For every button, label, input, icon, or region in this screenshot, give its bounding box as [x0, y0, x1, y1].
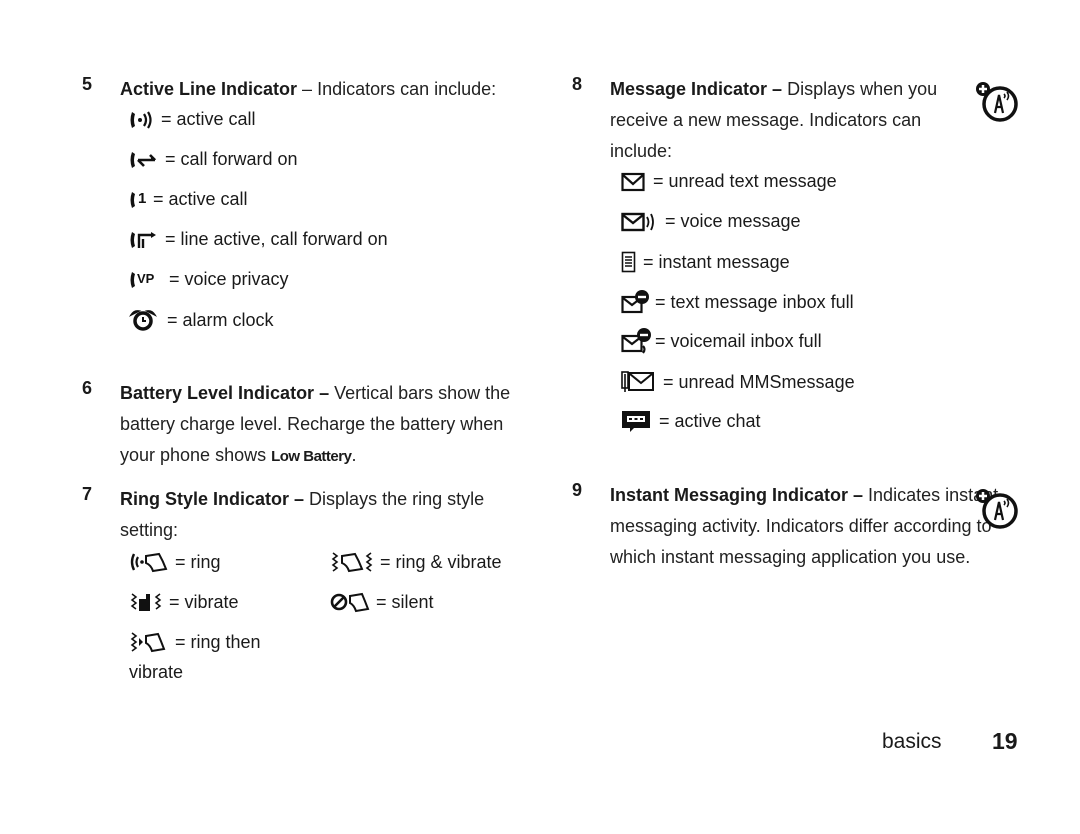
message-indicator-label: = unread MMSmessage	[663, 371, 855, 392]
ring-style-item: = silent	[330, 591, 434, 613]
section-number: 5	[82, 74, 93, 94]
network-dependent-feature-icon	[974, 487, 1020, 536]
call-forward-icon	[129, 150, 159, 170]
ring-style-label-continued: vibrate	[129, 662, 183, 683]
svg-text:VP: VP	[137, 271, 155, 286]
footer-section-label: basics	[882, 730, 942, 753]
page-number: 19	[992, 728, 1018, 754]
ring-style-label: = ring	[175, 551, 221, 572]
indicator-item: VP = voice privacy	[129, 269, 289, 290]
indicator-item: = line active, call forward on	[129, 229, 388, 250]
section-ring-style-indicator: 7 Ring Style Indicator – Displays the ri…	[82, 484, 502, 546]
network-dependent-feature-icon	[974, 80, 1020, 129]
ring-style-item: = ring then	[129, 631, 261, 653]
indicator-item: = alarm clock	[129, 309, 274, 331]
ring-style-label: = silent	[376, 591, 434, 612]
voicemail-inbox-full-icon	[621, 327, 653, 355]
ring-style-item: = ring & vibrate	[330, 551, 502, 573]
message-indicator-item: = voice message	[621, 211, 801, 232]
voice-privacy-icon: VP	[129, 270, 163, 290]
instant-message-icon	[621, 251, 637, 273]
unread-text-message-icon	[621, 172, 645, 192]
indicator-label: = active call	[161, 109, 256, 129]
alarm-clock-icon	[129, 309, 157, 331]
section-message-indicator: 8 Message Indicator – Displays when you …	[572, 74, 952, 167]
section-number: 6	[82, 378, 93, 398]
message-indicator-item: = voicemail inbox full	[621, 327, 822, 355]
message-indicator-label: = unread text message	[653, 171, 837, 191]
indicator-label: = voice privacy	[169, 269, 289, 289]
indicator-label: = active call	[153, 189, 248, 209]
ring-icon	[129, 551, 169, 573]
indicator-label: = call forward on	[165, 149, 298, 169]
message-indicator-label: = voice message	[665, 211, 801, 231]
section-active-line-indicator: 5 Active Line Indicator – Indicators can…	[82, 74, 532, 105]
section-number: 7	[82, 484, 93, 504]
ring-and-vibrate-icon	[330, 551, 374, 573]
message-indicator-item: = unread MMSmessage	[621, 370, 855, 394]
line-active-call-forward-icon	[129, 230, 159, 250]
active-chat-icon	[621, 410, 651, 432]
voice-message-icon	[621, 212, 657, 232]
message-indicator-item: = active chat	[621, 410, 761, 432]
section-instant-messaging-indicator: 9 Instant Messaging Indicator – Indicate…	[572, 480, 1022, 573]
section-number: 9	[572, 480, 583, 500]
text-inbox-full-icon	[621, 289, 651, 315]
section-title: Instant Messaging Indicator –	[610, 485, 864, 505]
section-dash: –	[297, 79, 318, 99]
active-call-line1-icon: 1	[129, 190, 151, 210]
unread-mms-icon	[621, 370, 655, 394]
section-title: Ring Style Indicator –	[120, 489, 305, 509]
ring-then-vibrate-icon	[129, 631, 169, 653]
indicator-label: = line active, call forward on	[165, 229, 388, 249]
indicator-item: = active call	[129, 109, 256, 130]
vibrate-icon	[129, 591, 163, 613]
message-indicator-item: = unread text message	[621, 171, 837, 192]
ring-style-item: = vibrate	[129, 591, 239, 613]
ring-style-label: = vibrate	[169, 591, 239, 612]
active-call-signal-icon	[129, 110, 155, 130]
message-indicator-label: = voicemail inbox full	[655, 330, 822, 351]
ring-style-item: = ring	[129, 551, 221, 573]
section-title: Battery Level Indicator –	[120, 383, 330, 403]
display-text-low-battery: Low Battery	[271, 448, 352, 465]
section-text-end: .	[351, 445, 357, 465]
ring-style-label: = ring then	[175, 631, 261, 652]
indicator-item: 1 = active call	[129, 189, 248, 210]
section-intro: Indicators can include:	[317, 79, 497, 99]
section-title: Message Indicator –	[610, 79, 783, 99]
ring-style-label: = ring & vibrate	[380, 551, 502, 572]
section-title: Active Line Indicator	[120, 79, 298, 99]
ring-style-label: vibrate	[129, 662, 184, 682]
message-indicator-label: = text message inbox full	[655, 291, 854, 312]
message-indicator-item: = instant message	[621, 251, 790, 273]
message-indicator-item: = text message inbox full	[621, 289, 854, 315]
section-number: 8	[572, 74, 583, 94]
svg-text:1: 1	[138, 190, 146, 207]
message-indicator-label: = active chat	[659, 410, 761, 431]
silent-icon	[330, 591, 370, 613]
indicator-label: = alarm clock	[167, 309, 274, 330]
indicator-item: = call forward on	[129, 149, 298, 170]
message-indicator-label: = instant message	[643, 251, 790, 272]
section-battery-level-indicator: 6 Battery Level Indicator – Vertical bar…	[82, 378, 532, 472]
